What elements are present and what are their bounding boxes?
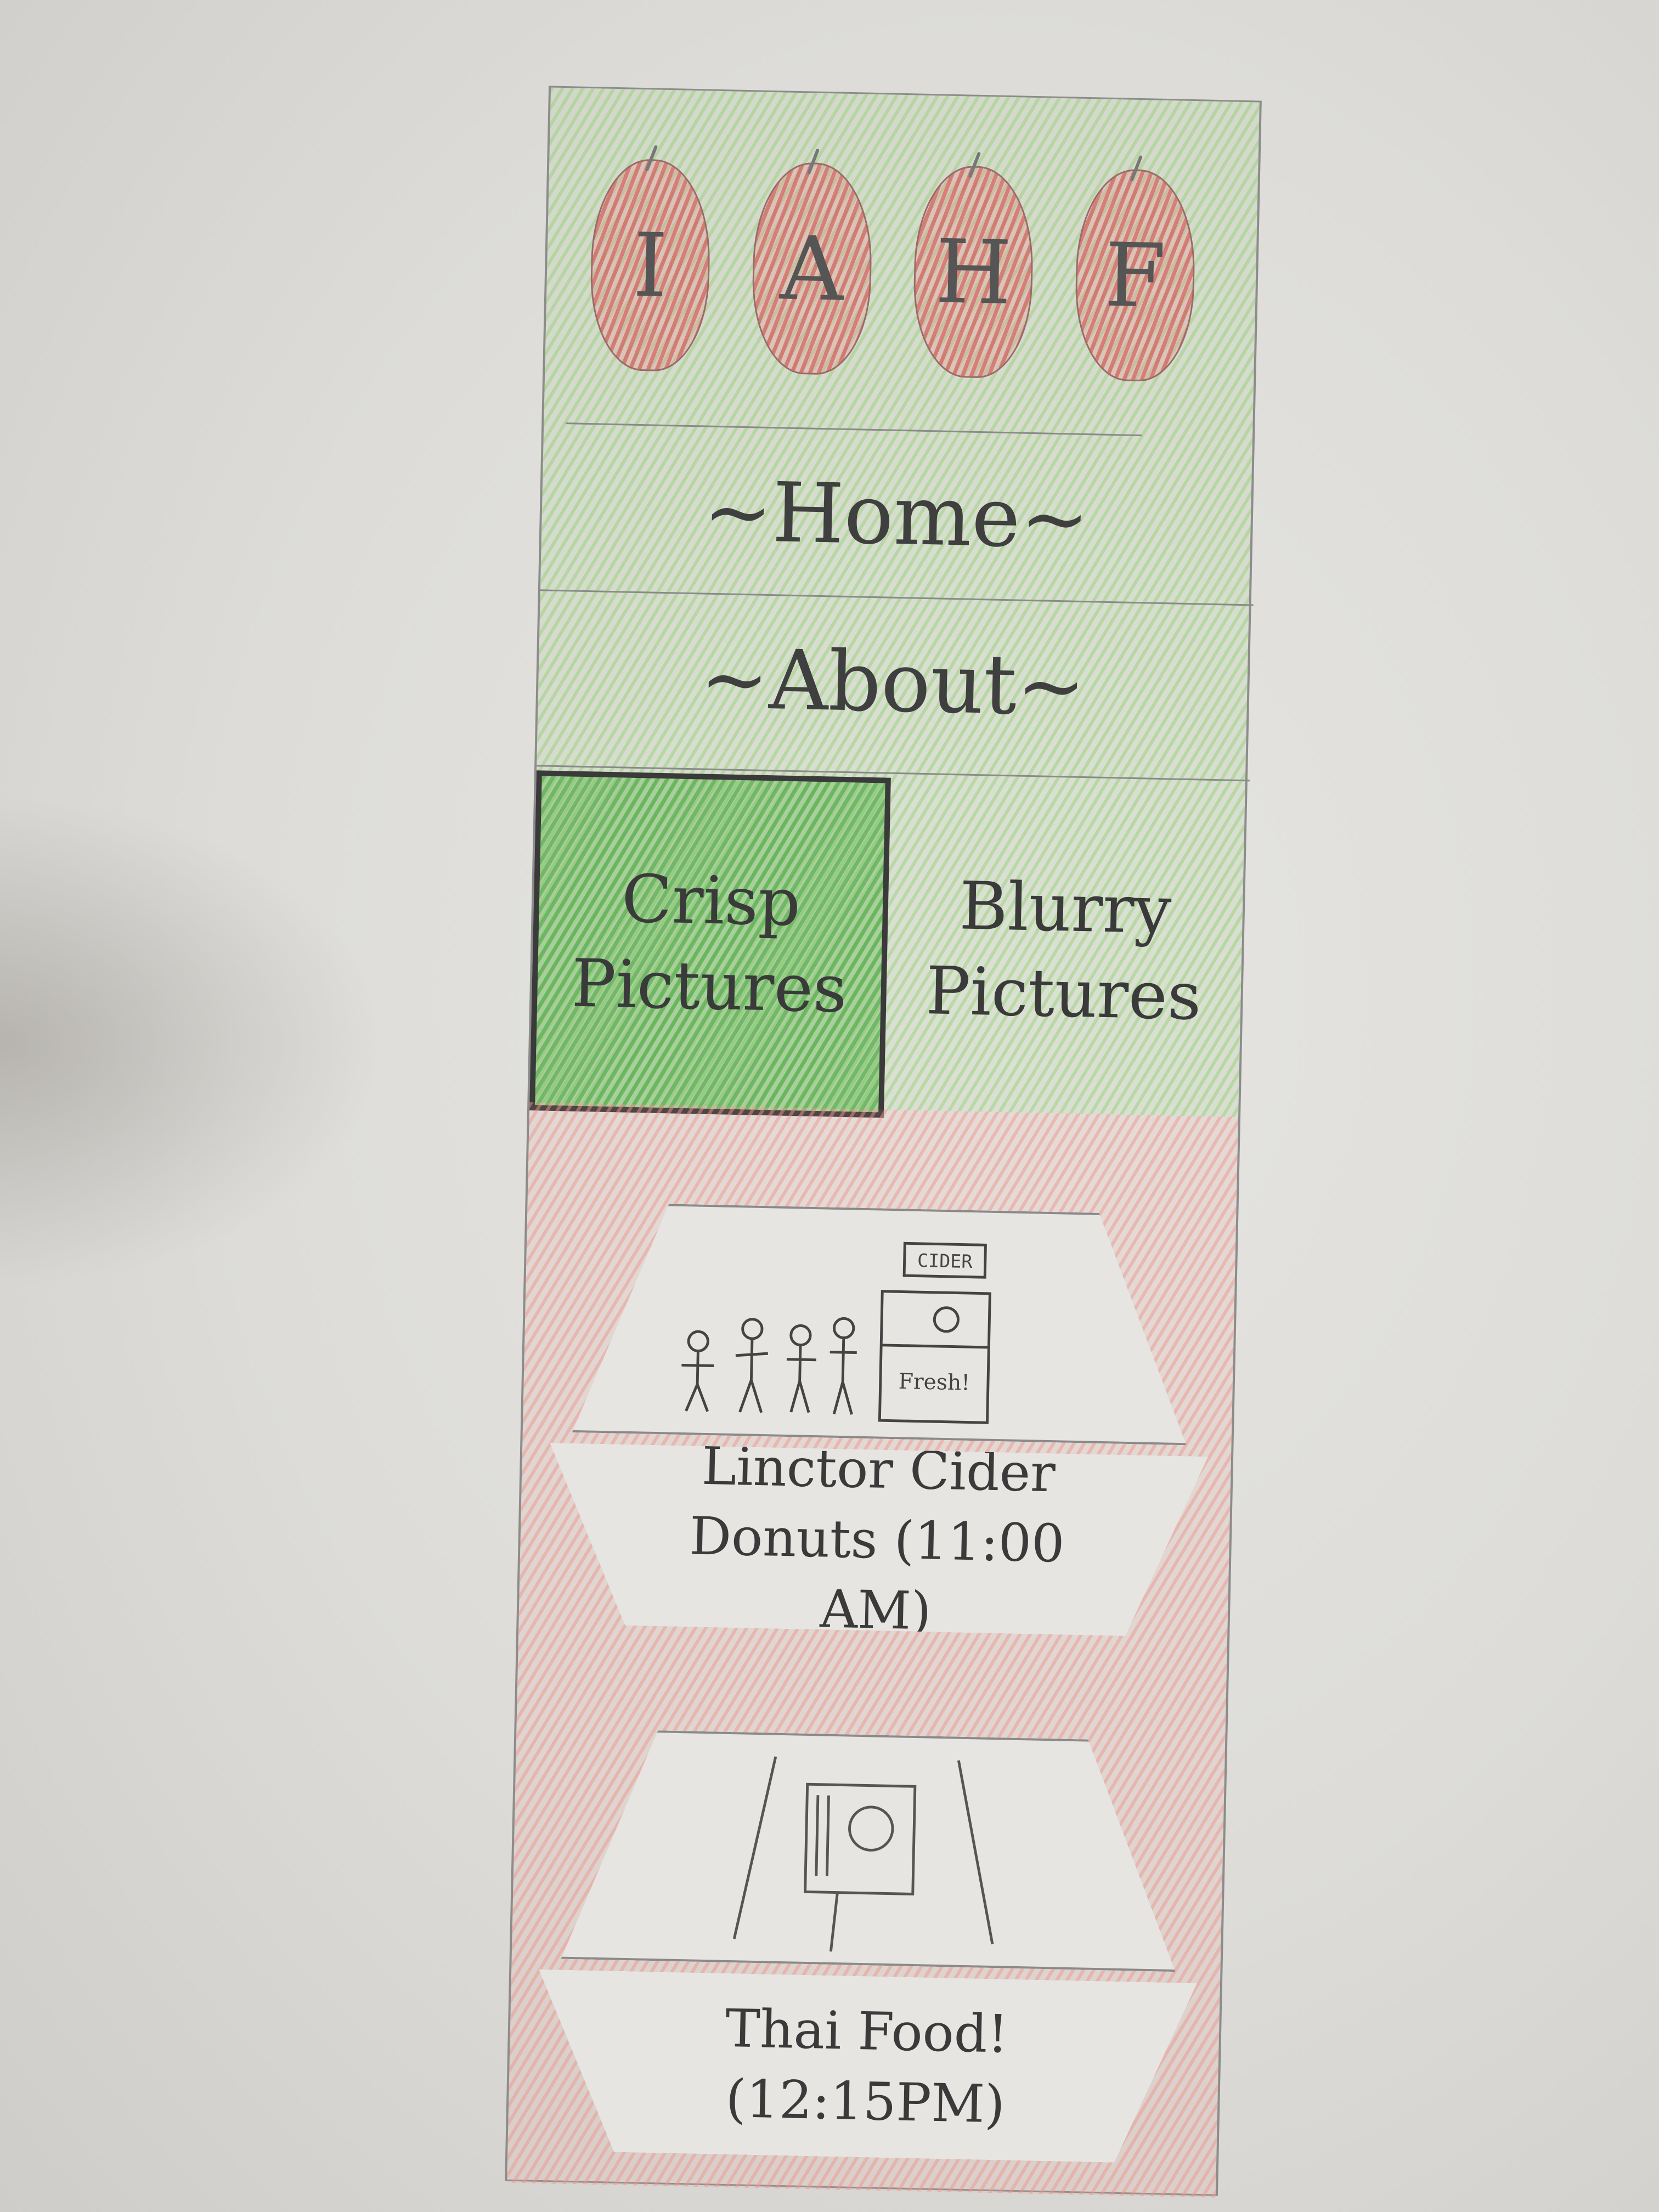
- crisp-pictures-button[interactable]: Crisp Pictures: [529, 770, 891, 1118]
- event-photo-cider-stand[interactable]: CIDER Fresh!: [572, 1202, 1192, 1445]
- app-logo[interactable]: I A H F: [588, 132, 1197, 408]
- event-feed: CIDER Fresh! Linctor Cider Donuts (11:00…: [507, 1102, 1239, 2198]
- event-caption-cider-donuts[interactable]: Linctor Cider Donuts (11:00 AM): [546, 1443, 1208, 1638]
- logo-letter: I: [631, 213, 669, 317]
- apple-logo-letter-2: A: [750, 161, 873, 376]
- divider: [540, 589, 1254, 606]
- apple-logo-letter-4: F: [1074, 168, 1197, 383]
- fresh-sign: Fresh!: [898, 1369, 970, 1396]
- picture-quality-toggle: Crisp Pictures Blurry Pictures: [529, 770, 1245, 1125]
- thai-food-illustration: [561, 1731, 1180, 1970]
- logo-letter: H: [934, 219, 1013, 324]
- event-caption-text: Linctor Cider Donuts (11:00 AM): [689, 1436, 1065, 1642]
- divider: [566, 422, 1142, 437]
- cider-sign: CIDER: [917, 1250, 973, 1272]
- stick-figures: [681, 1315, 857, 1414]
- apple-logo-letter-3: H: [912, 165, 1035, 379]
- cider-stand-illustration: CIDER Fresh!: [572, 1204, 1191, 1443]
- apple-logo-letter-1: I: [589, 158, 712, 373]
- blurry-pictures-button[interactable]: Blurry Pictures: [884, 778, 1245, 1125]
- event-caption-text: Thai Food! (12:15PM): [724, 1998, 1009, 2135]
- logo-letter: A: [779, 216, 845, 321]
- event-caption-thai-food[interactable]: Thai Food! (12:15PM): [535, 1970, 1197, 2164]
- person-head: [689, 1331, 708, 1351]
- nav-home-link[interactable]: ~Home~: [541, 460, 1251, 571]
- phone-frame: I A H F ~Home~ ~About~ Crisp Pictures Bl…: [505, 86, 1262, 2198]
- food-truck-sketch: [734, 1756, 996, 1955]
- event-photo-thai-food[interactable]: [561, 1729, 1181, 1972]
- logo-letter: F: [1103, 223, 1167, 328]
- header-area: I A H F ~Home~ ~About~ Crisp Pictures Bl…: [529, 87, 1260, 1118]
- paper-shadow: [0, 795, 384, 1289]
- nav-about-link[interactable]: ~About~: [538, 628, 1248, 738]
